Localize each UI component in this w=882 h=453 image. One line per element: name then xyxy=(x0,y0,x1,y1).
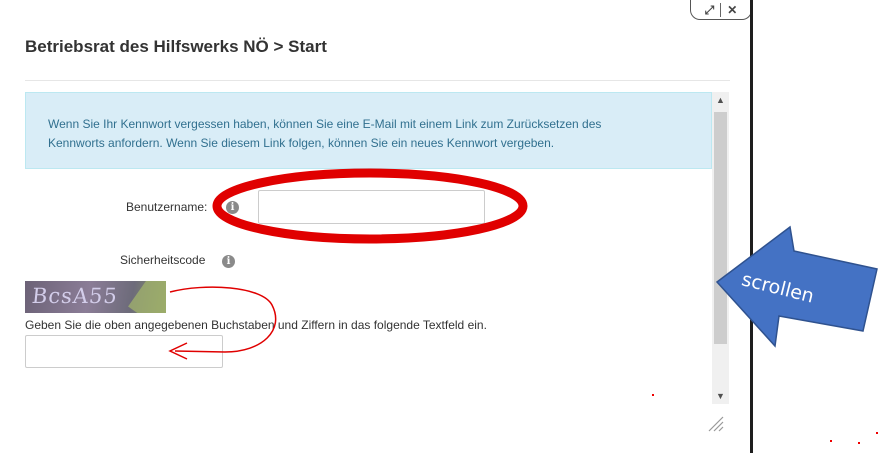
captcha-hint: Geben Sie die oben angegebenen Buchstabe… xyxy=(25,318,487,332)
username-label: Benutzername: xyxy=(126,200,208,214)
security-code-info-icon[interactable]: i xyxy=(222,255,235,268)
resize-handle-icon[interactable] xyxy=(706,414,724,432)
controls-separator xyxy=(720,2,722,17)
scroll-up-icon[interactable]: ▲ xyxy=(712,92,729,108)
stray-dot xyxy=(876,432,878,434)
captcha-text: BcsA55 xyxy=(30,284,120,308)
scroll-down-icon[interactable]: ▼ xyxy=(712,388,729,404)
title-divider xyxy=(25,80,730,81)
scrollbar-thumb[interactable] xyxy=(714,112,727,344)
stray-dot xyxy=(652,394,654,396)
window-edge xyxy=(750,0,753,453)
captcha-noise xyxy=(128,281,166,313)
stray-dot xyxy=(858,442,860,444)
page-title: Betriebsrat des Hilfswerks NÖ > Start xyxy=(25,37,327,56)
close-icon[interactable]: ✕ xyxy=(727,4,737,16)
info-text-line-2: Kennworts anfordern. Wenn Sie diesem Lin… xyxy=(48,136,555,150)
info-text-line-1: Wenn Sie Ihr Kennwort vergessen haben, k… xyxy=(48,117,602,131)
stray-dot xyxy=(830,440,832,442)
modal-window-controls: ⤢ ✕ xyxy=(690,0,752,20)
security-code-input[interactable] xyxy=(25,335,223,368)
username-info-icon[interactable]: i xyxy=(226,201,239,214)
expand-icon[interactable]: ⤢ xyxy=(705,4,715,16)
username-input[interactable] xyxy=(258,190,485,224)
captcha-image: BcsA55 xyxy=(25,281,166,313)
security-code-label: Sicherheitscode xyxy=(120,253,206,267)
info-alert: Wenn Sie Ihr Kennwort vergessen haben, k… xyxy=(25,92,712,169)
